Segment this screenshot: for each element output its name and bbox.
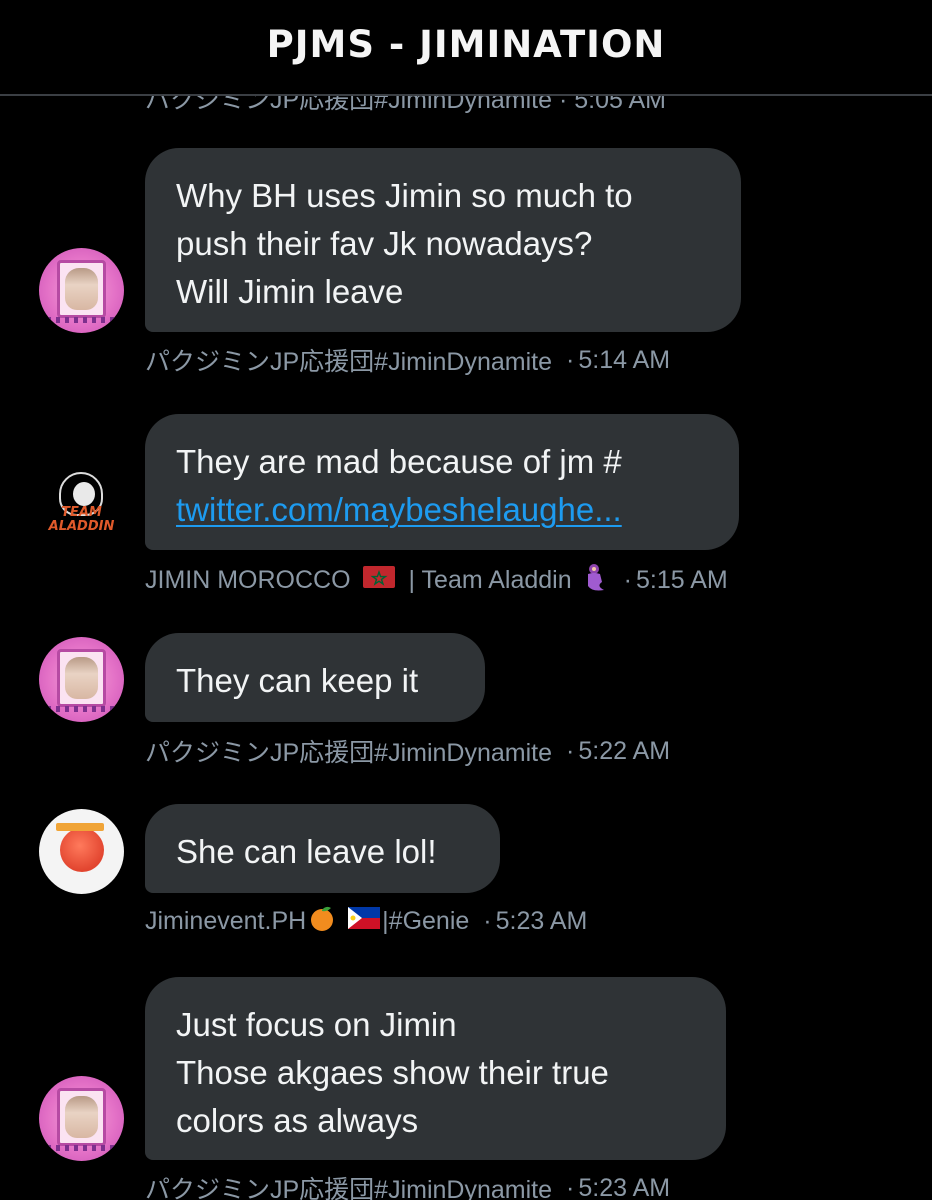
message-meta: Jiminevent.PH |#Genie · 5:23 AM	[145, 904, 587, 939]
sender-avatar[interactable]	[39, 1076, 124, 1161]
message-time: 5:23 AM	[495, 907, 588, 935]
message-time: 5:14 AM	[578, 345, 671, 374]
message-time: 5:15 AM	[635, 566, 728, 594]
message-time: 5:23 AM	[578, 1173, 671, 1200]
sender-avatar[interactable]	[39, 809, 124, 894]
message-meta: JIMIN MOROCCO | Team Aladdin · 5:15 AM	[145, 562, 728, 599]
sender-avatar[interactable]	[39, 637, 124, 722]
message-meta: パクジミンJP応援団#JiminDynamite · 5:14 AM	[145, 342, 670, 378]
conversation-title[interactable]: PJMS - JIMINATION	[267, 23, 666, 66]
message-bubble[interactable]: They are mad because of jm # twitter.com…	[145, 414, 739, 550]
tangerine-icon	[308, 904, 336, 939]
message-bubble[interactable]: She can leave lol!	[145, 804, 500, 893]
message-text: They can keep it	[176, 662, 419, 699]
sender-avatar[interactable]	[39, 248, 124, 333]
sender-name[interactable]: JIMIN MOROCCO	[145, 566, 351, 595]
message-bubble[interactable]: Just focus on Jimin Those akgaes show th…	[145, 977, 726, 1160]
message-text: colors as always	[176, 1102, 419, 1139]
message-text: Just focus on Jimin	[176, 1006, 457, 1043]
genie-icon	[582, 562, 608, 599]
message-bubble[interactable]: Why BH uses Jimin so much to push their …	[145, 148, 741, 332]
sender-name[interactable]: Jiminevent.PH	[145, 907, 306, 936]
message-meta: パクジミンJP応援団#JiminDynamite · 5:22 AM	[145, 733, 670, 769]
sender-team: | Team Aladdin	[408, 566, 572, 594]
sender-name[interactable]: パクジミンJP応援団#JiminDynamite	[145, 1170, 552, 1200]
philippines-flag-icon	[348, 907, 381, 936]
message-text: push their fav Jk nowadays?	[176, 225, 593, 262]
message-text: She can leave lol!	[176, 833, 437, 870]
sender-name[interactable]: パクジミンJP応援団#JiminDynamite	[145, 342, 552, 378]
conversation-header: PJMS - JIMINATION	[0, 0, 932, 96]
message-time: 5:22 AM	[578, 736, 671, 765]
dm-conversation: PJMS - JIMINATION パクジミンJP応援団#JiminDynami…	[0, 0, 932, 1200]
message-meta: パクジミンJP応援団#JiminDynamite · 5:23 AM	[145, 1170, 670, 1200]
message-text: They are mad because of jm #	[176, 443, 622, 480]
message-text: Why BH uses Jimin so much to	[176, 177, 633, 214]
message-text: Those akgaes show their true	[176, 1054, 609, 1091]
message-bubble[interactable]: They can keep it	[145, 633, 485, 722]
sender-team: |#Genie	[382, 907, 470, 935]
sender-name[interactable]: パクジミンJP応援団#JiminDynamite	[145, 733, 552, 769]
sender-avatar[interactable]: TEAM ALADDIN	[39, 462, 124, 547]
message-text: Will Jimin leave	[176, 273, 404, 310]
avatar-label: TEAM ALADDIN	[48, 505, 115, 534]
message-link[interactable]: twitter.com/maybeshelaughe...	[176, 486, 707, 534]
morocco-flag-icon	[362, 566, 395, 595]
